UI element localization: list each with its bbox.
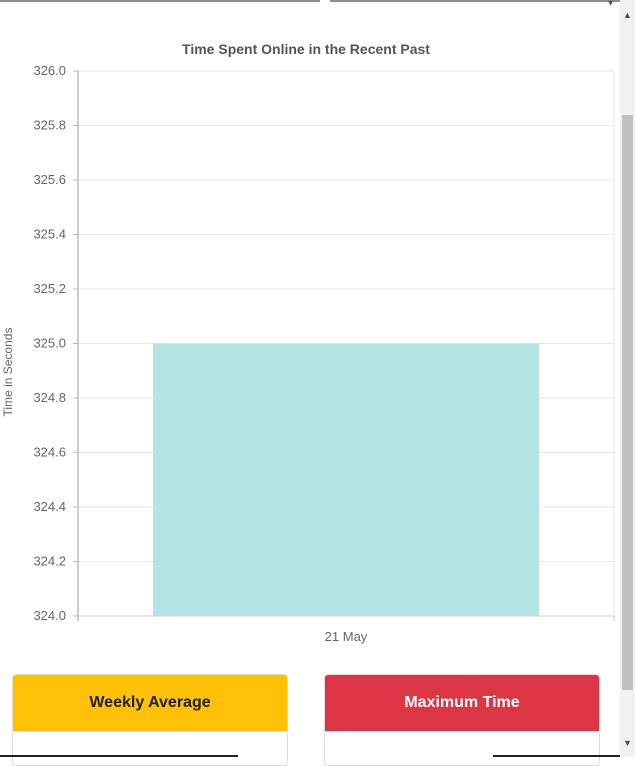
x-axis-ticks: 21 May [325, 616, 615, 644]
weekly-average-card: Weekly Average [12, 674, 288, 766]
chevron-down-icon[interactable]: ▾ [608, 0, 613, 9]
y-tick-label: 325.8 [33, 118, 66, 133]
y-tick-label: 324.4 [33, 499, 66, 514]
scroll-down-arrow-icon[interactable]: ▼ [623, 738, 632, 748]
y-tick-label: 324.6 [33, 445, 66, 460]
y-tick-label: 324.8 [33, 390, 66, 405]
y-axis-ticks: 326.0 325.8 325.6 325.4 325.2 325.0 324.8 324.6… [33, 63, 78, 623]
window-top-edge: ▾ [0, 0, 635, 9]
chart-title: Time Spent Online in the Recent Past [182, 41, 430, 57]
vertical-scrollbar[interactable]: ▲ ▼ [620, 0, 635, 757]
top-border-left [0, 0, 320, 2]
top-border-right [330, 0, 620, 2]
time-online-chart: Time Spent Online in the Recent Past 326… [1, 41, 615, 644]
chart-bars [153, 343, 539, 617]
y-tick-label: 325.6 [33, 172, 66, 187]
maximum-time-header: Maximum Time [325, 675, 599, 732]
scroll-up-arrow-icon[interactable]: ▲ [623, 10, 632, 20]
y-tick-label: 325.2 [33, 281, 66, 296]
weekly-average-header: Weekly Average [13, 675, 287, 732]
scrollbar-thumb[interactable] [622, 115, 633, 690]
y-tick-label: 324.2 [33, 554, 66, 569]
y-tick-label: 326.0 [33, 63, 66, 78]
y-tick-label: 325.4 [33, 227, 66, 242]
y-tick-label: 324.0 [33, 608, 66, 623]
x-tick-label: 21 May [325, 629, 368, 644]
y-tick-label: 325.0 [33, 336, 66, 351]
maximum-time-card: Maximum Time [324, 674, 600, 766]
bar[interactable] [153, 343, 539, 617]
y-axis-title: Time in Seconds [1, 328, 15, 417]
